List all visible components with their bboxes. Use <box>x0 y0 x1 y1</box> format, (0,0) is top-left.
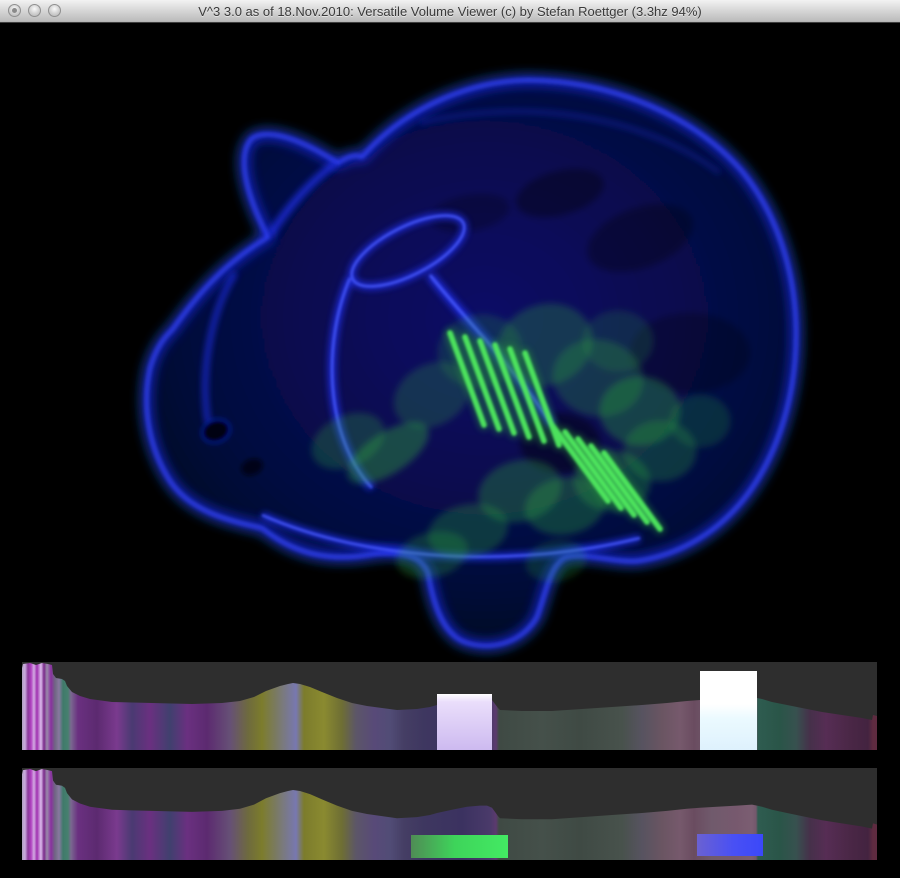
minimize-button[interactable] <box>28 4 41 17</box>
window-controls <box>8 4 61 17</box>
app-window: V^3 3.0 as of 18.Nov.2010: Versatile Vol… <box>0 0 900 878</box>
tf-color-histogram-panel[interactable] <box>22 662 877 750</box>
close-button[interactable] <box>8 4 21 17</box>
window-title: V^3 3.0 as of 18.Nov.2010: Versatile Vol… <box>198 4 702 19</box>
window-titlebar[interactable]: V^3 3.0 as of 18.Nov.2010: Versatile Vol… <box>0 0 900 23</box>
gl-viewport[interactable] <box>0 23 900 878</box>
selection-lavender[interactable] <box>437 694 492 750</box>
tf-opacity-histogram-panel[interactable] <box>22 768 877 860</box>
selection-white[interactable] <box>700 671 757 750</box>
volume-render-canvas[interactable] <box>0 23 900 878</box>
selection-blue[interactable] <box>697 834 763 856</box>
zoom-button[interactable] <box>48 4 61 17</box>
selection-green[interactable] <box>411 835 508 858</box>
